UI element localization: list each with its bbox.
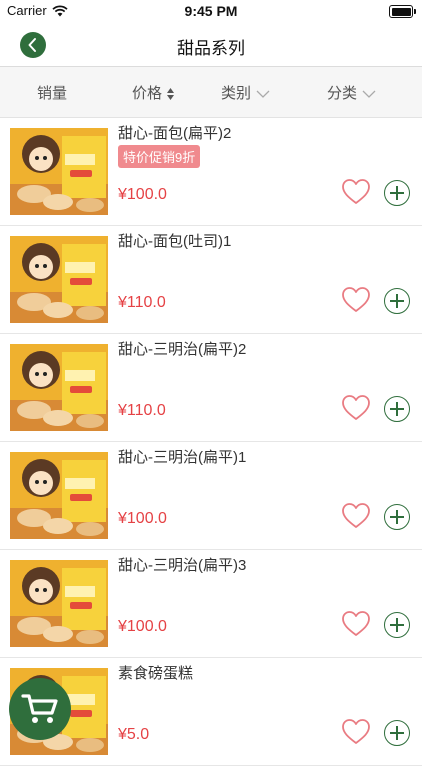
product-price: ¥100.0 [118,510,167,527]
add-to-cart-button[interactable] [384,612,410,638]
product-name: 甜心-三明治(扁平)2 [118,341,247,358]
product-name: 甜心-三明治(扁平)3 [118,557,247,574]
promo-badge: 特价促销9折 [118,145,201,168]
navigation-bar: 甜品系列 [0,22,422,67]
product-item[interactable]: 甜心-面包(扁平)2 特价促销9折 ¥100.0 [0,118,422,226]
add-to-cart-button[interactable] [384,720,410,746]
heart-outline-icon[interactable] [341,502,371,530]
shopping-cart-icon [21,694,58,723]
add-to-cart-button[interactable] [384,180,410,206]
add-to-cart-button[interactable] [384,396,410,422]
filter-classification[interactable]: 分类 [327,82,377,103]
add-to-cart-button[interactable] [384,504,410,530]
heart-outline-icon[interactable] [341,610,371,638]
product-thumbnail [10,452,108,539]
filter-classification-label: 分类 [327,85,358,102]
filter-bar: 销量 价格 类别 分类 [0,67,422,118]
filter-price[interactable]: 价格 [132,82,175,103]
heart-outline-icon[interactable] [341,718,371,746]
clock: 9:45 PM [184,3,238,19]
product-thumbnail [10,560,108,647]
heart-outline-icon[interactable] [341,178,371,206]
product-item[interactable]: 甜心-面包(吐司)1 ¥110.0 [0,226,422,334]
filter-category-label: 类别 [221,85,252,102]
heart-outline-icon[interactable] [341,394,371,422]
add-to-cart-button[interactable] [384,288,410,314]
product-name: 甜心-面包(扁平)2 [118,125,232,142]
chevron-down-icon [256,90,270,98]
filter-price-label: 价格 [132,85,163,102]
product-item[interactable]: 甜心-三明治(扁平)2 ¥110.0 [0,334,422,442]
product-item[interactable]: 甜心-三明治(扁平)3 ¥100.0 [0,550,422,658]
filter-sales-label: 销量 [37,85,68,102]
product-name: 甜心-三明治(扁平)1 [118,449,247,466]
page-title: 甜品系列 [177,39,245,58]
product-name: 素食磅蛋糕 [118,665,194,682]
product-price: ¥110.0 [118,402,166,419]
cart-button[interactable] [9,678,71,740]
sort-arrows-icon [167,88,175,101]
product-price: ¥100.0 [118,618,167,635]
battery-icon [389,5,416,18]
product-price: ¥5.0 [118,726,150,743]
chevron-down-icon [362,90,376,98]
product-thumbnail [10,128,108,215]
product-price: ¥100.0 [118,186,167,203]
product-thumbnail [10,344,108,431]
product-name: 甜心-面包(吐司)1 [118,233,232,250]
heart-outline-icon[interactable] [341,286,371,314]
status-bar: Carrier 9:45 PM [0,0,422,22]
product-price: ¥110.0 [118,294,166,311]
filter-category[interactable]: 类别 [221,82,271,103]
product-item[interactable]: 甜心-三明治(扁平)1 ¥100.0 [0,442,422,550]
filter-sales[interactable]: 销量 [37,82,67,103]
product-thumbnail [10,236,108,323]
